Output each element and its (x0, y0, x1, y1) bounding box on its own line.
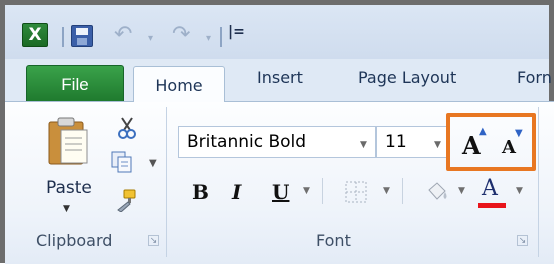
underline-button[interactable]: U (272, 180, 289, 204)
font-name-combobox[interactable]: Britannic Bold (178, 126, 376, 158)
customize-quick-access-icon[interactable]: |= (228, 24, 245, 40)
qat-separator (62, 27, 64, 47)
undo-icon[interactable]: ↶ (114, 24, 132, 46)
group-separator (538, 107, 539, 257)
borders-dropdown-icon[interactable]: ▼ (383, 186, 390, 196)
underline-dropdown-icon[interactable]: ▼ (303, 186, 310, 196)
fill-color-icon[interactable] (424, 180, 450, 204)
tab-home[interactable]: Home (133, 66, 225, 102)
qat-separator (220, 27, 222, 47)
clipboard-group-label: Clipboard (36, 231, 113, 250)
tab-formulas[interactable]: Forn (517, 68, 552, 100)
grow-shrink-highlight (446, 113, 536, 171)
font-dialog-launcher-icon[interactable]: ↘ (517, 235, 528, 246)
fill-color-dropdown-icon[interactable]: ▼ (458, 186, 465, 196)
format-painter-icon[interactable] (112, 188, 138, 212)
group-separator (166, 107, 167, 257)
redo-icon[interactable]: ↷ (172, 24, 190, 46)
redo-dropdown-icon[interactable]: ▾ (206, 33, 211, 44)
font-group-label: Font (316, 231, 351, 250)
undo-dropdown-icon[interactable]: ▾ (148, 33, 153, 44)
toolbar-separator (402, 178, 403, 204)
copy-dropdown-icon[interactable]: ▼ (149, 158, 157, 169)
save-icon[interactable] (71, 25, 93, 47)
tab-page-layout[interactable]: Page Layout (358, 68, 456, 100)
borders-icon[interactable] (344, 180, 368, 204)
italic-button[interactable]: I (232, 180, 241, 204)
toolbar-separator (322, 178, 323, 204)
excel-logo-icon[interactable]: X (22, 23, 48, 47)
font-color-button[interactable]: A (482, 176, 498, 201)
clipboard-dialog-launcher-icon[interactable]: ↘ (148, 235, 159, 246)
cut-icon[interactable] (116, 116, 138, 140)
paste-icon[interactable] (47, 116, 91, 166)
font-color-swatch (478, 203, 506, 208)
copy-icon[interactable] (110, 150, 134, 174)
bold-button[interactable]: B (192, 180, 209, 204)
font-color-dropdown-icon[interactable]: ▼ (516, 186, 523, 196)
font-size-dropdown-icon[interactable]: ▼ (434, 140, 441, 150)
tab-file[interactable]: File (26, 65, 124, 101)
paste-dropdown-icon[interactable]: ▼ (63, 204, 70, 214)
paste-button-label[interactable]: Paste (46, 178, 92, 198)
tab-insert[interactable]: Insert (257, 68, 303, 100)
font-name-dropdown-icon[interactable]: ▼ (360, 140, 367, 150)
